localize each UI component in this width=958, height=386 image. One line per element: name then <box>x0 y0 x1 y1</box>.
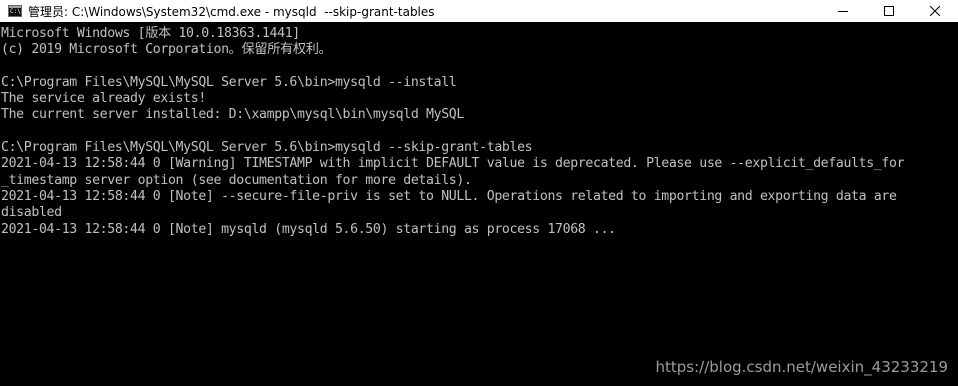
window-title: 管理员: C:\Windows\System32\cmd.exe - mysql… <box>28 4 435 19</box>
minimize-icon <box>838 11 848 12</box>
console-output[interactable]: Microsoft Windows [版本 10.0.18363.1441] (… <box>0 26 958 386</box>
console-line: C:\Program Files\MySQL\MySQL Server 5.6\… <box>1 74 457 90</box>
cmd-icon[interactable]: C:\ <box>8 5 22 17</box>
maximize-icon <box>884 6 894 16</box>
maximize-button[interactable] <box>866 0 912 22</box>
console-line: 2021-04-13 12:58:44 0 [Note] mysqld (mys… <box>1 221 616 237</box>
console-line: The service already exists! <box>1 91 206 107</box>
window-controls <box>820 0 958 22</box>
console-line: 2021-04-13 12:58:44 0 [Warning] TIMESTAM… <box>1 156 905 172</box>
console-line: (c) 2019 Microsoft Corporation。保留所有权利。 <box>1 42 332 58</box>
console-line: C:\Program Files\MySQL\MySQL Server 5.6\… <box>1 140 533 156</box>
minimize-button[interactable] <box>820 0 866 22</box>
watermark: https://blog.csdn.net/weixin_43233219 <box>655 358 948 376</box>
console-line: disabled <box>1 205 62 221</box>
title-bar[interactable]: C:\ 管理员: C:\Windows\System32\cmd.exe - m… <box>0 0 958 22</box>
close-button[interactable] <box>912 0 958 22</box>
console-line: Microsoft Windows [版本 10.0.18363.1441] <box>1 26 300 41</box>
console-line: The current server installed: D:\xampp\m… <box>1 107 464 123</box>
console-line: 2021-04-13 12:58:44 0 [Note] --secure-fi… <box>1 188 897 204</box>
close-icon <box>930 6 940 16</box>
console-line: _timestamp server option (see documentat… <box>1 172 472 188</box>
